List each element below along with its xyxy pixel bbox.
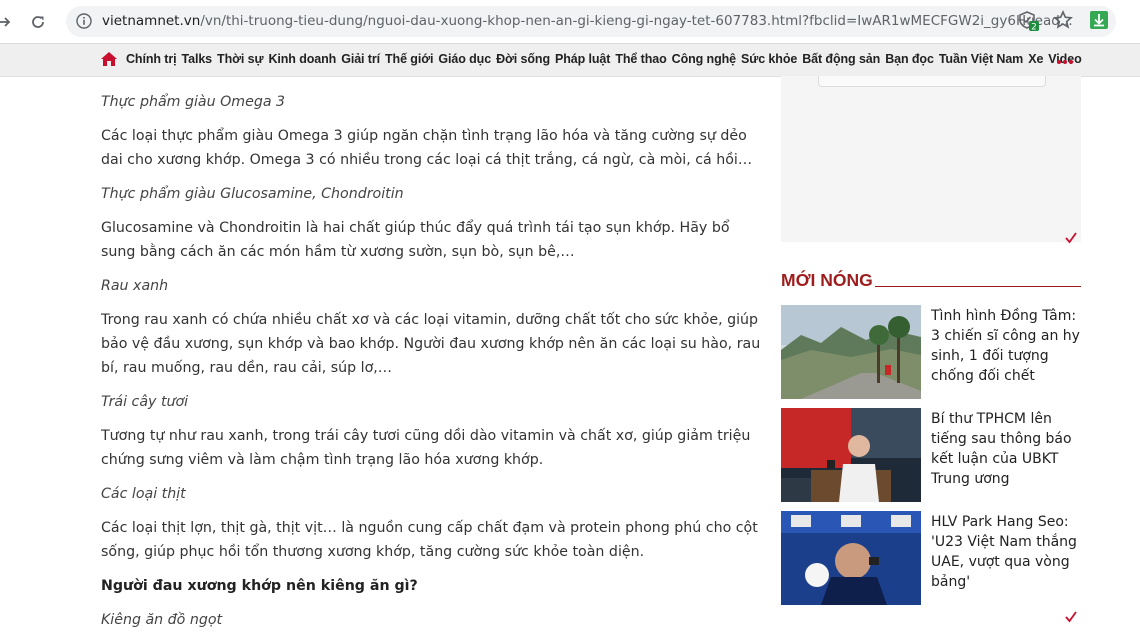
news-item[interactable]: HLV Park Hang Seo: 'U23 Việt Nam thắng U… [781,511,1081,605]
menu-item[interactable]: Bạn đọc [885,52,934,66]
news-thumbnail[interactable] [781,511,921,605]
menu-item[interactable]: Giáo dục [438,52,491,66]
article-subheading: Kiêng ăn đồ ngọt [101,612,223,628]
site-info-icon[interactable] [76,13,92,33]
article-subheading: Rau xanh [101,278,169,294]
article-paragraph: Trong rau xanh có chứa nhiều chất xơ và … [101,312,761,376]
ad-box [781,76,1081,242]
url-text[interactable]: vietnamnet.vn/vn/thi-truong-tieu-dung/ng… [102,13,1077,29]
forward-arrow-icon[interactable] [0,10,16,34]
section-divider [875,286,1081,287]
menu-item[interactable]: Thế giới [385,52,433,66]
menu-item[interactable]: Pháp luật [555,52,610,66]
menu-item[interactable]: Thời sự [217,52,264,66]
menu-item[interactable]: Công nghệ [672,52,736,66]
article-heading: Người đau xương khớp nên kiêng ăn gì? [101,578,418,594]
download-extension-icon[interactable] [1089,10,1109,34]
menu-item[interactable]: Sức khỏe [741,52,797,66]
news-thumbnail[interactable] [781,408,921,502]
extension-badge-count: 2 [1031,23,1037,33]
news-title[interactable]: HLV Park Hang Seo: 'U23 Việt Nam thắng U… [931,512,1083,592]
menu-more-icon[interactable] [1056,51,1074,73]
site-menu-bar: Chính trị Talks Thời sự Kinh doanh Giải trí T… [0,44,1140,77]
article-paragraph: Các loại thịt lợn, thịt gà, thịt vịt… là… [101,520,758,560]
article-paragraph: Tương tự như rau xanh, trong trái cây tư… [101,428,751,468]
menu-item[interactable]: Thể thao [615,52,666,66]
menu-item[interactable]: Xe [1028,52,1043,66]
article-paragraph: Glucosamine và Chondroitin là hai chất g… [101,220,730,260]
section-title: MỚI NÓNG [781,270,873,290]
article-subheading: Thực phẩm giàu Omega 3 [101,94,286,110]
news-item[interactable]: Tình hình Đồng Tâm: 3 chiến sĩ công an h… [781,305,1081,399]
article-paragraph: Các loại thực phẩm giàu Omega 3 giúp ngă… [101,128,753,168]
bookmark-star-icon[interactable] [1053,10,1073,34]
article-subheading: Trái cây tươi [101,394,189,410]
menu-items: Chính trị Talks Thời sự Kinh doanh Giải trí T… [126,52,1087,66]
news-title[interactable]: Bí thư TPHCM lên tiếng sau thông báo kết… [931,409,1083,489]
menu-item[interactable]: Chính trị [126,52,177,66]
article-subheading: Thực phẩm giàu Glucosamine, Chondroitin [101,186,404,202]
reload-icon[interactable] [26,10,50,34]
url-host: vietnamnet.vn [102,13,201,29]
menu-item[interactable]: Kinh doanh [268,52,336,66]
menu-item[interactable]: Tuần Việt Nam [939,52,1023,66]
news-thumbnail[interactable] [781,305,921,399]
checkmark-icon [1064,230,1078,249]
menu-item[interactable]: Đời sống [496,52,550,66]
ad-search-field[interactable] [818,76,1046,87]
menu-item[interactable]: Talks [181,52,212,66]
news-item[interactable]: Bí thư TPHCM lên tiếng sau thông báo kết… [781,408,1081,502]
checkmark-icon [1064,609,1078,628]
news-title[interactable]: Tình hình Đồng Tâm: 3 chiến sĩ công an h… [931,306,1083,386]
menu-item[interactable]: Giải trí [341,52,380,66]
browser-toolbar: vietnamnet.vn/vn/thi-truong-tieu-dung/ng… [0,0,1140,44]
home-icon[interactable] [100,51,118,71]
shield-extension-icon[interactable]: 2 [1018,10,1040,36]
menu-item[interactable]: Bất động sản [802,52,880,66]
url-path: /vn/thi-truong-tieu-dung/nguoi-dau-xuong… [200,13,1073,29]
address-bar[interactable]: vietnamnet.vn/vn/thi-truong-tieu-dung/ng… [66,6,1116,37]
article-subheading: Các loại thịt [101,486,186,502]
